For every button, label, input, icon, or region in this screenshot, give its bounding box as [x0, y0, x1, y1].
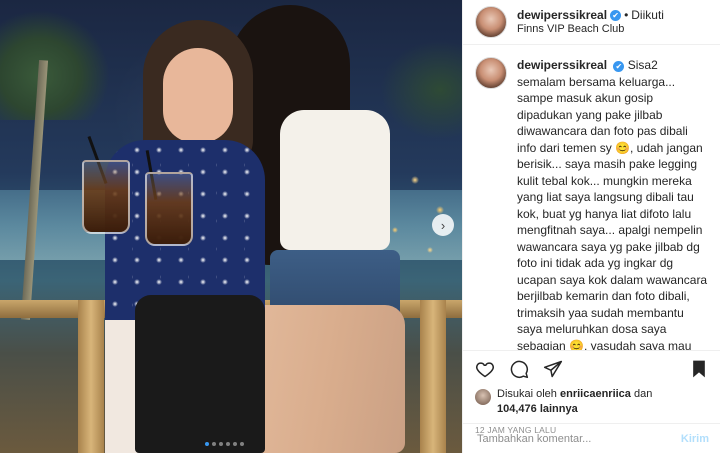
likes-summary: Disukai oleh enriicaenriica dan 104,476 … — [463, 387, 720, 417]
bookmark-icon[interactable] — [689, 359, 709, 379]
likes-conjunction: dan — [633, 388, 653, 400]
carousel-dot — [219, 442, 223, 446]
caption-username-link[interactable]: dewiperssikreal — [517, 58, 607, 72]
follow-separator: • — [624, 8, 629, 22]
chevron-right-icon: › — [440, 217, 446, 233]
carousel-dot — [226, 442, 230, 446]
liker-username-link[interactable]: enriicaenriica — [560, 388, 631, 400]
woman-right-top — [280, 110, 390, 250]
likes-suffix[interactable]: lainnya — [540, 403, 578, 415]
verified-badge-icon: ✔ — [613, 61, 625, 72]
woman-left-face — [163, 48, 233, 143]
post-comment-button[interactable]: Kirim — [681, 433, 709, 445]
caption: dewiperssikreal ✔ Sisa2 semalam bersama … — [517, 57, 709, 350]
liker-avatar[interactable] — [475, 389, 491, 405]
carousel-dots — [205, 442, 244, 446]
comment-input[interactable] — [475, 431, 681, 446]
post-header: dewiperssikreal ✔ • Diikuti Finns VIP Be… — [463, 0, 720, 45]
carousel-next-button[interactable]: › — [432, 214, 454, 236]
post-side-panel: dewiperssikreal ✔ • Diikuti Finns VIP Be… — [462, 0, 720, 453]
black-bag — [135, 295, 265, 453]
drink-glass — [82, 160, 130, 234]
username-link[interactable]: dewiperssikreal — [517, 8, 607, 22]
likes-count[interactable]: 104,476 — [497, 403, 537, 415]
avatar[interactable] — [475, 57, 507, 89]
share-icon[interactable] — [543, 359, 563, 379]
location-link[interactable]: Finns VIP Beach Club — [517, 22, 664, 36]
comment-icon[interactable] — [509, 359, 529, 379]
caption-text: Sisa2 semalam bersama keluarga... sampe … — [517, 58, 708, 351]
avatar[interactable] — [475, 6, 507, 38]
follow-status-button[interactable]: Diikuti — [631, 8, 664, 22]
post-photo[interactable]: › — [0, 0, 462, 453]
caption-section: dewiperssikreal ✔ Sisa2 semalam bersama … — [463, 45, 720, 351]
verified-badge-icon: ✔ — [610, 9, 622, 21]
carousel-dot — [205, 442, 209, 446]
carousel-dot — [212, 442, 216, 446]
heart-icon[interactable] — [475, 359, 495, 379]
carousel-dot — [233, 442, 237, 446]
likes-prefix: Disukai oleh — [497, 388, 557, 400]
comment-bar: Kirim — [463, 423, 720, 453]
carousel-dot — [240, 442, 244, 446]
palm-tree-leaves — [0, 10, 110, 120]
drink-glass — [145, 172, 193, 246]
action-bar — [463, 351, 720, 387]
